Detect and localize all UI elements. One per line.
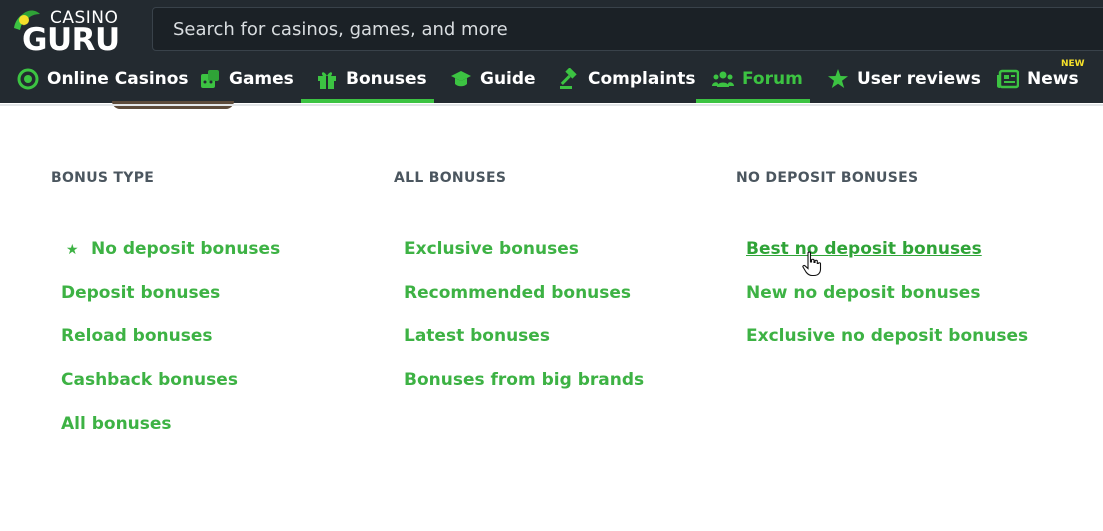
link-exclusive-bonuses[interactable]: Exclusive bonuses [404,239,579,259]
graduation-cap-icon [451,71,471,87]
search-placeholder: Search for casinos, games, and more [173,19,508,40]
casino-guru-logo[interactable]: CASINO GURU [10,6,130,58]
link-exclusive-no-deposit-bonuses[interactable]: Exclusive no deposit bonuses [746,326,1028,346]
nav-guide[interactable]: Guide [450,55,536,103]
link-best-no-deposit-bonuses[interactable]: Best no deposit bonuses [746,239,982,259]
link-reload-bonuses[interactable]: Reload bonuses [61,326,213,346]
link-latest-bonuses[interactable]: Latest bonuses [404,326,550,346]
hand-pointer-cursor-icon [802,251,822,277]
link-new-no-deposit-bonuses[interactable]: New no deposit bonuses [746,283,980,303]
site-header: CASINO GURU Search for casinos, games, a… [0,0,1103,103]
search-input[interactable]: Search for casinos, games, and more [152,7,1103,51]
dice-icon [201,70,219,88]
nav-label: News [1027,69,1079,89]
bonus-type-heading: BONUS TYPE [51,170,155,186]
dropdown-top-border [0,104,1103,106]
nav-forum[interactable]: Forum [712,55,803,103]
nav-label: Forum [742,69,803,89]
gavel-icon [560,68,577,89]
nav-bonuses-active-indicator [301,99,434,103]
nav-label: Games [229,69,294,89]
link-deposit-bonuses[interactable]: Deposit bonuses [61,283,220,303]
featured-star-icon: ★ [66,242,79,258]
main-navigation: Online Casinos Games Bonuses Guide Compl… [0,55,1103,103]
casino-chip-icon [17,68,39,90]
nav-games[interactable]: Games [199,55,294,103]
link-cashback-bonuses[interactable]: Cashback bonuses [61,370,238,390]
link-all-bonuses[interactable]: All bonuses [61,414,172,434]
nav-label: Complaints [588,69,696,89]
nav-user-reviews[interactable]: User reviews [827,55,981,103]
nav-forum-hover-indicator [696,99,810,103]
users-group-icon [712,71,734,87]
news-new-badge: NEW [1061,59,1085,69]
nav-label: User reviews [857,69,981,89]
link-recommended-bonuses[interactable]: Recommended bonuses [404,283,631,303]
no-deposit-bonuses-heading: NO DEPOSIT BONUSES [736,170,919,186]
newspaper-icon [997,69,1019,89]
gift-icon [318,72,336,89]
nav-label: Bonuses [346,69,427,89]
nav-online-casinos[interactable]: Online Casinos [17,55,189,103]
nav-label: Guide [480,69,536,89]
all-bonuses-heading: ALL BONUSES [394,170,507,186]
nav-complaints[interactable]: Complaints [558,55,696,103]
link-bonuses-from-big-brands[interactable]: Bonuses from big brands [404,370,644,390]
nav-bonuses[interactable]: Bonuses [316,55,427,103]
logo-text-guru: GURU [22,22,120,58]
nav-label: Online Casinos [47,69,189,89]
star-icon [828,69,848,88]
link-no-deposit-bonuses[interactable]: No deposit bonuses [91,239,280,259]
